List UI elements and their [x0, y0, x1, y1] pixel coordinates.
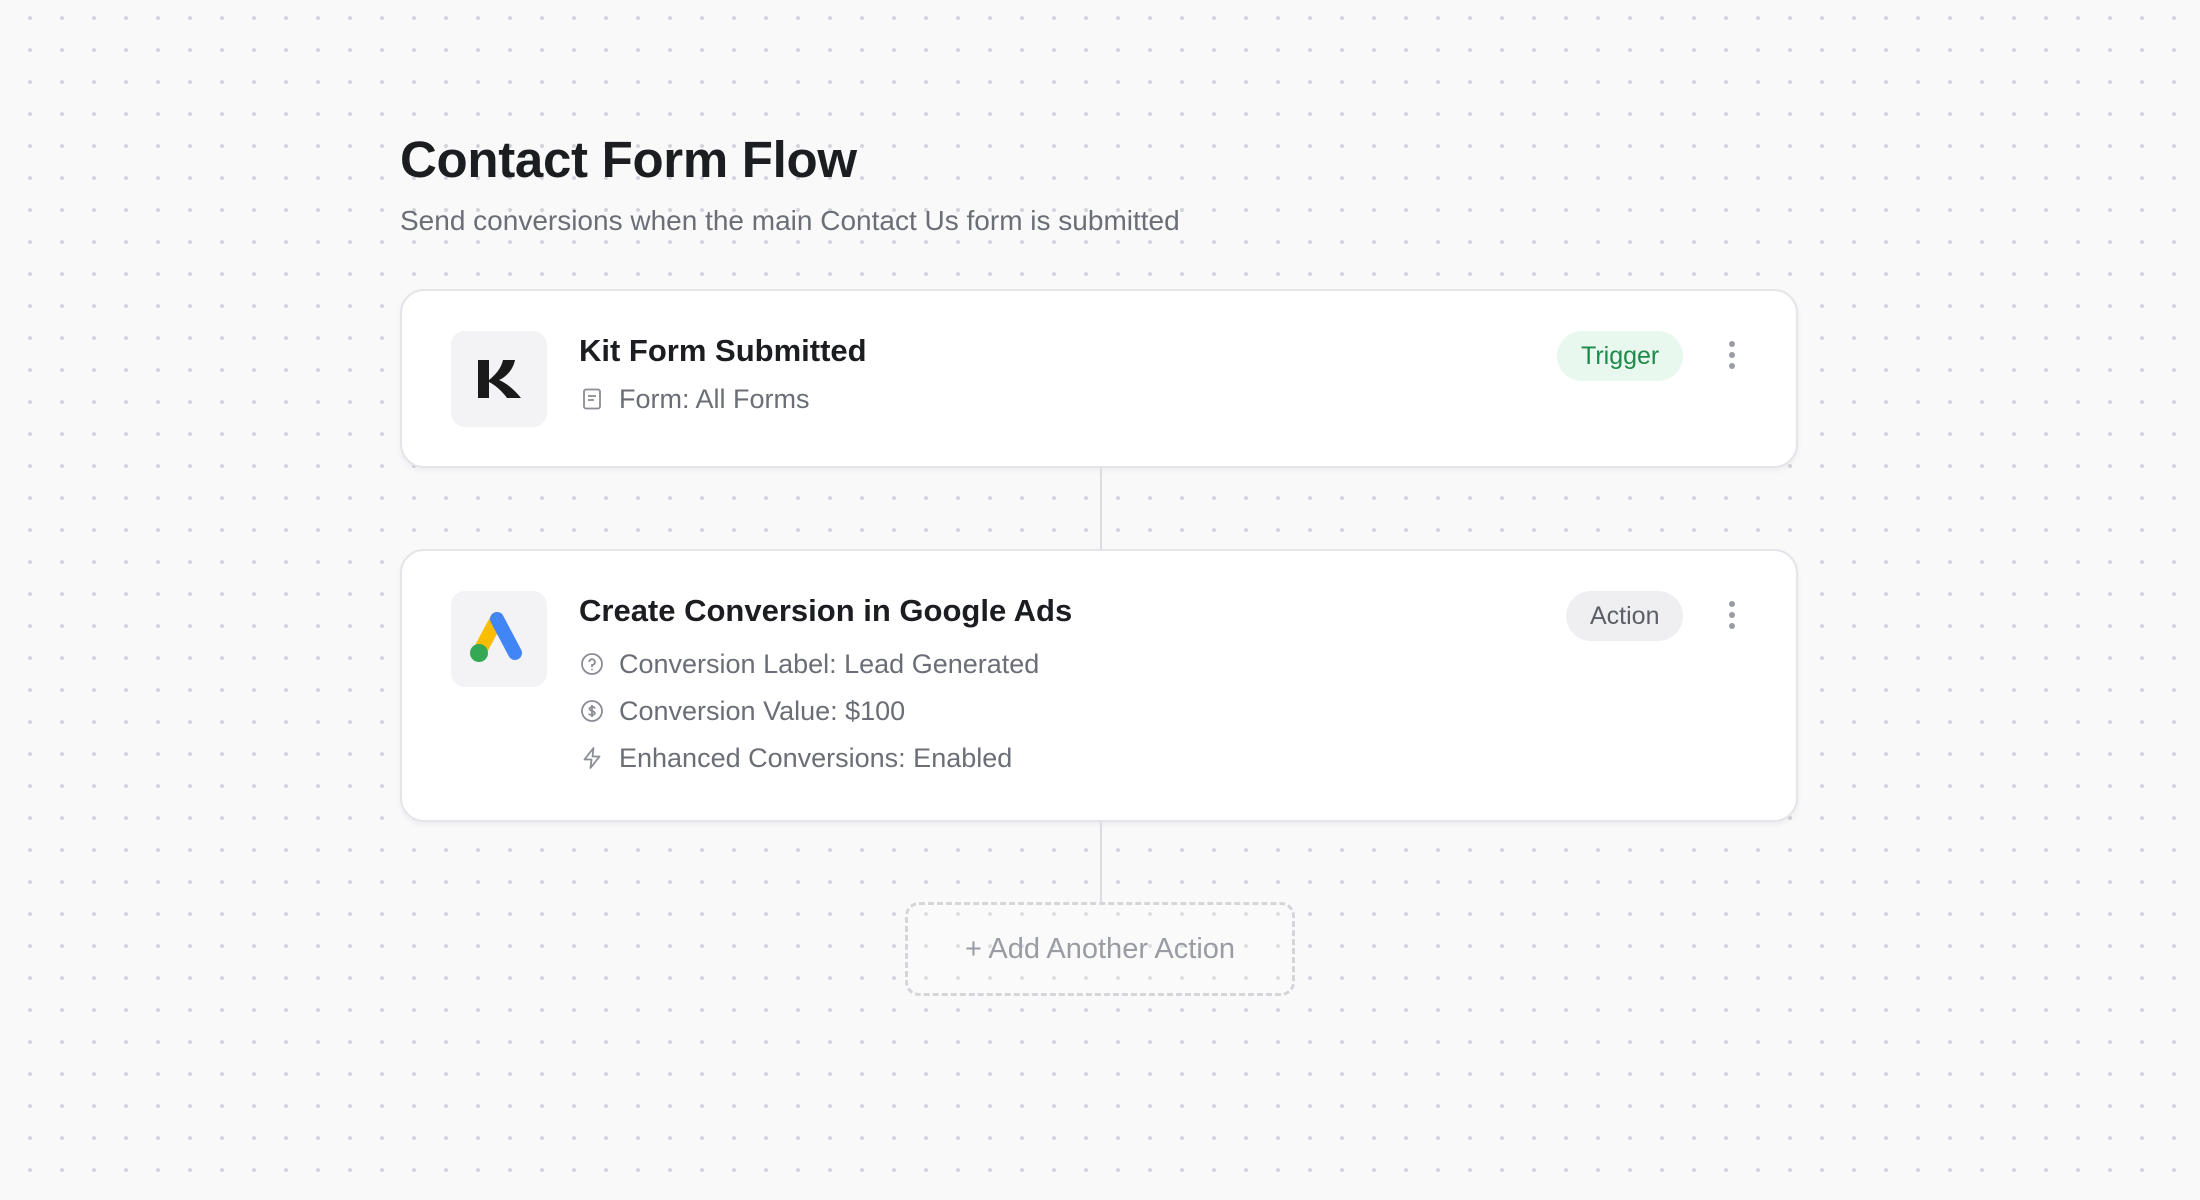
form-icon [579, 386, 605, 412]
page-title: Contact Form Flow [400, 131, 857, 188]
action-step-title: Create Conversion in Google Ads [579, 593, 1073, 628]
flow-canvas: Contact Form Flow Send conversions when … [400, 0, 1800, 1200]
conversion-value-text: Conversion Value: $100 [619, 695, 906, 726]
action-badge: Action [1566, 591, 1684, 641]
page-subtitle: Send conversions when the main Contact U… [400, 205, 1180, 236]
kit-logo-icon [478, 360, 521, 398]
action-more-menu-button[interactable] [1720, 595, 1744, 635]
google-ads-logo [451, 591, 547, 687]
action-detail-row: Conversion Value: $100 [579, 691, 905, 731]
conversion-label-text: Conversion Label: Lead Generated [619, 648, 1040, 679]
kit-logo [451, 331, 547, 427]
flow-connector [1100, 822, 1102, 902]
trigger-more-menu-button[interactable] [1720, 335, 1744, 375]
trigger-step-title: Kit Form Submitted [579, 333, 867, 368]
action-detail-row: Conversion Label: Lead Generated [579, 644, 1039, 684]
trigger-step-card[interactable]: Kit Form Submitted Form: All Forms Trigg… [400, 289, 1798, 468]
add-another-action-button[interactable]: + Add Another Action [905, 902, 1295, 996]
enhanced-conversions-text: Enhanced Conversions: Enabled [619, 742, 1013, 773]
kebab-menu-icon [1729, 601, 1735, 629]
trigger-badge: Trigger [1557, 331, 1684, 381]
lightning-icon [579, 745, 605, 771]
question-circle-icon [579, 651, 605, 677]
trigger-detail-row: Form: All Forms [579, 379, 810, 419]
kebab-menu-icon [1729, 341, 1735, 369]
action-step-card[interactable]: Create Conversion in Google Ads Conversi… [400, 549, 1798, 822]
flow-connector [1100, 468, 1102, 549]
action-detail-row: Enhanced Conversions: Enabled [579, 738, 1012, 778]
trigger-detail-text: Form: All Forms [619, 383, 810, 414]
dollar-circle-icon [579, 698, 605, 724]
google-ads-logo-icon [470, 612, 522, 662]
